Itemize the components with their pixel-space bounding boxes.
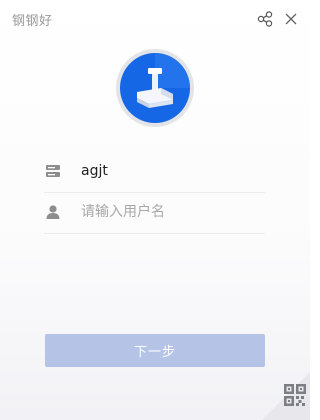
steel-rail-logo [116,49,194,127]
qr-login-corner[interactable] [262,372,310,420]
username-input[interactable] [81,199,261,225]
close-icon [285,13,297,25]
share-icon [257,11,273,27]
account-row [44,150,265,193]
share-button[interactable] [256,10,274,28]
account-input[interactable] [81,158,261,184]
username-row [44,191,265,234]
next-button[interactable]: 下一步 [45,334,265,367]
server-icon [46,165,60,177]
login-window: 钢钢好 agjt 请输入用户名 下一步 [0,0,310,420]
qr-code-icon [262,372,310,420]
app-logo [115,48,195,128]
user-icon [46,205,60,219]
app-title: 钢钢好 [12,14,53,29]
close-button[interactable] [282,10,300,28]
